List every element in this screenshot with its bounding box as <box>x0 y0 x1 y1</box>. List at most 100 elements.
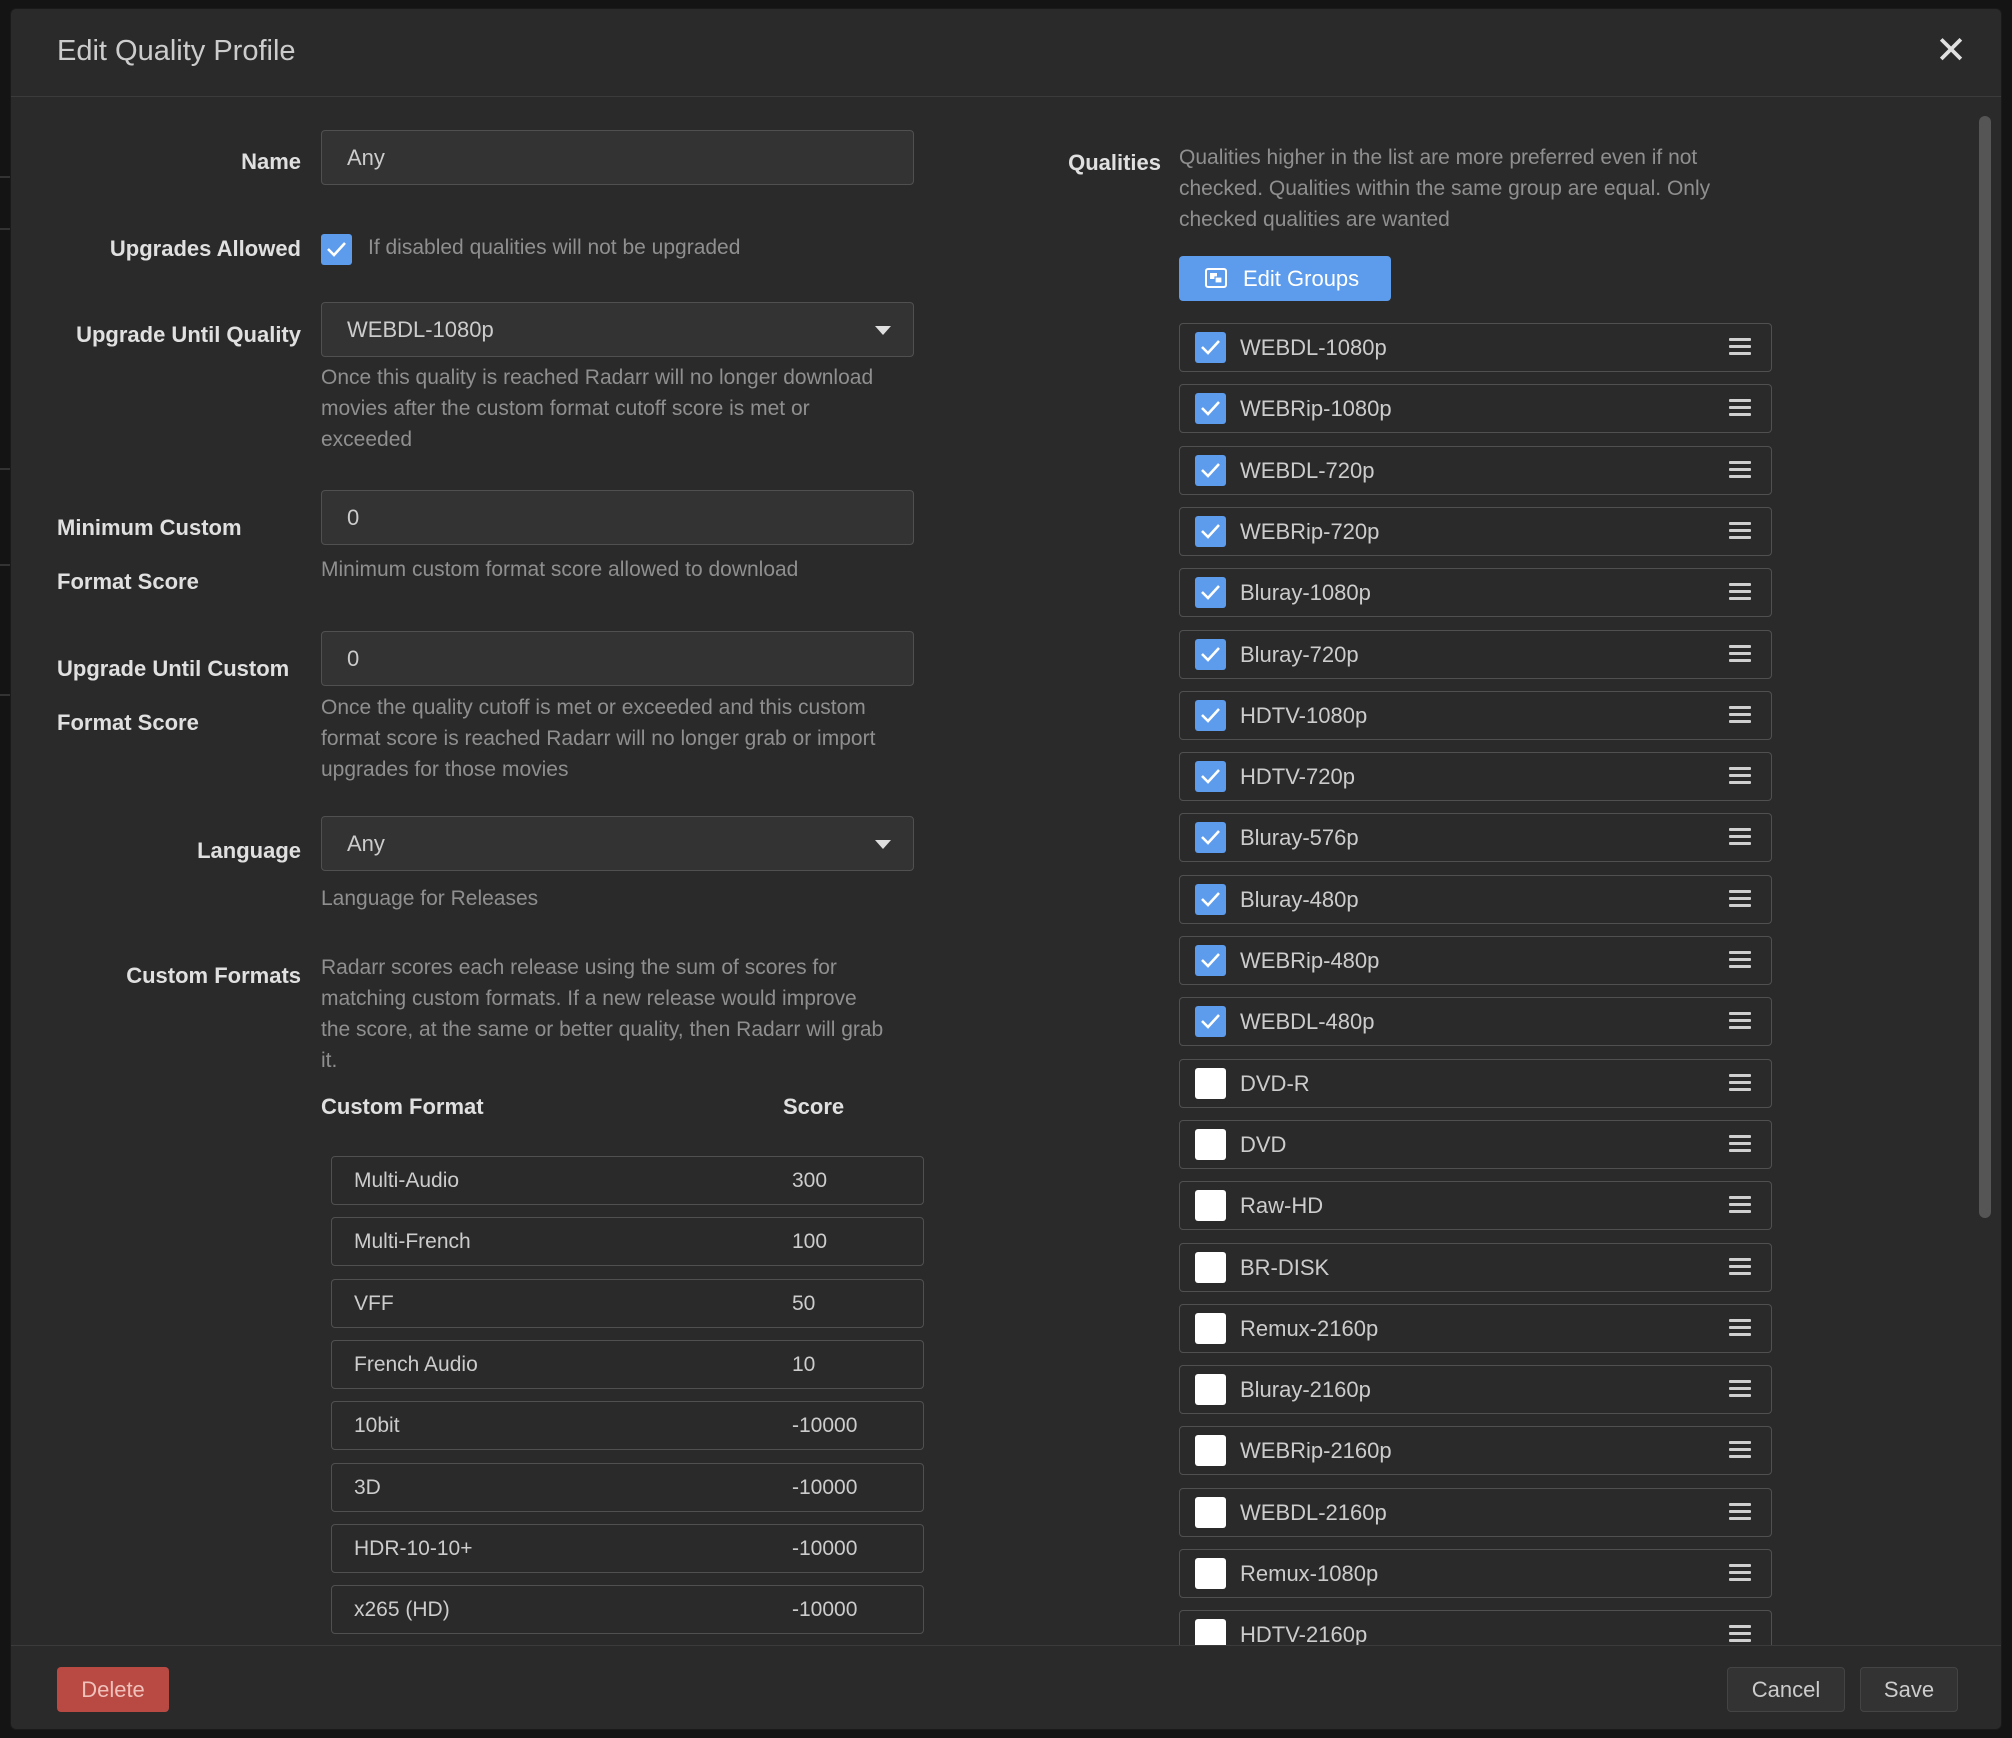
check-icon <box>1201 524 1220 539</box>
min-cf-score-input[interactable]: 0 <box>321 490 914 545</box>
quality-item[interactable]: WEBDL-1080p <box>1179 323 1772 372</box>
drag-handle-icon[interactable] <box>1729 1564 1751 1582</box>
custom-format-score-input[interactable]: -10000 <box>792 1414 857 1438</box>
quality-item[interactable]: BR-DISK <box>1179 1242 1772 1292</box>
quality-item[interactable]: WEBRip-2160p <box>1179 1426 1772 1476</box>
language-select[interactable]: Any <box>321 816 914 871</box>
quality-checkbox[interactable] <box>1195 515 1226 547</box>
drag-handle-icon[interactable] <box>1729 828 1751 846</box>
edit-groups-label: Edit Groups <box>1243 266 1360 291</box>
quality-checkbox[interactable] <box>1195 1619 1226 1646</box>
check-icon <box>1201 646 1220 662</box>
drag-handle-icon[interactable] <box>1729 644 1751 663</box>
upgrades-allowed-help: If disabled qualities will not be upgrad… <box>368 236 741 259</box>
quality-checkbox[interactable] <box>1195 761 1226 793</box>
drag-handle-icon[interactable] <box>1729 1380 1751 1398</box>
quality-checkbox[interactable] <box>1195 1435 1226 1467</box>
quality-checkbox[interactable] <box>1195 638 1226 670</box>
quality-item[interactable]: WEBRip-480p <box>1179 936 1772 985</box>
quality-checkbox[interactable] <box>1195 699 1226 731</box>
drag-handle-icon[interactable] <box>1729 583 1751 601</box>
cf-header-score: Score <box>783 1094 845 1119</box>
custom-format-score-input[interactable]: -10000 <box>792 1476 857 1500</box>
quality-checkbox[interactable] <box>1195 1312 1226 1344</box>
quality-item[interactable]: Bluray-1080p <box>1179 568 1772 618</box>
quality-item[interactable]: HDTV-2160p <box>1179 1610 1772 1646</box>
drag-handle-icon[interactable] <box>1729 1318 1751 1337</box>
drag-handle-icon[interactable] <box>1729 1134 1751 1153</box>
quality-item[interactable]: Bluray-720p <box>1179 629 1772 679</box>
quality-checkbox[interactable] <box>1195 1496 1226 1528</box>
quality-item[interactable]: WEBRip-1080p <box>1179 384 1772 434</box>
quality-checkbox[interactable] <box>1195 332 1226 363</box>
quality-item[interactable]: Bluray-480p <box>1179 874 1772 924</box>
upgrades-allowed-checkbox[interactable] <box>321 234 352 265</box>
upgrade-until-cf-score-help: Once the quality cutoff is met or exceed… <box>321 696 876 781</box>
drag-handle-icon[interactable] <box>1729 1196 1751 1214</box>
quality-checkbox[interactable] <box>1195 1251 1226 1283</box>
edit-groups-button[interactable]: Edit Groups <box>1179 256 1391 301</box>
quality-checkbox[interactable] <box>1195 1128 1226 1160</box>
custom-format-score-input[interactable]: -10000 <box>792 1598 857 1622</box>
quality-checkbox[interactable] <box>1195 1190 1226 1222</box>
custom-format-score-input[interactable]: 10 <box>792 1353 815 1377</box>
quality-checkbox[interactable] <box>1195 577 1226 609</box>
quality-checkbox[interactable] <box>1195 393 1226 425</box>
drag-handle-icon[interactable] <box>1729 951 1751 969</box>
quality-item[interactable]: HDTV-1080p <box>1179 690 1772 740</box>
custom-format-name: HDR-10-10+ <box>354 1536 473 1560</box>
custom-format-score-input[interactable]: -10000 <box>792 1537 857 1561</box>
drag-handle-icon[interactable] <box>1729 889 1751 908</box>
quality-checkbox[interactable] <box>1195 822 1226 854</box>
name-input[interactable]: Any <box>321 130 914 185</box>
delete-button[interactable]: Delete <box>57 1667 169 1712</box>
upgrade-until-cf-score-input[interactable]: 0 <box>321 631 914 686</box>
quality-item[interactable]: WEBDL-480p <box>1179 997 1772 1047</box>
cancel-button[interactable]: Cancel <box>1727 1667 1845 1712</box>
drag-handle-icon[interactable] <box>1729 1073 1751 1092</box>
quality-checkbox[interactable] <box>1195 1006 1226 1038</box>
drag-handle-icon[interactable] <box>1729 767 1751 785</box>
custom-format-name: Multi-Audio <box>354 1169 460 1192</box>
language-value: Any <box>347 831 385 856</box>
drag-handle-icon[interactable] <box>1729 1625 1751 1643</box>
scrollbar-thumb[interactable] <box>1979 116 1991 1218</box>
quality-item[interactable]: WEBDL-720p <box>1179 445 1772 495</box>
drag-handle-icon[interactable] <box>1729 1012 1751 1030</box>
upgrade-until-quality-select[interactable]: WEBDL-1080p <box>321 302 914 357</box>
drag-handle-icon[interactable] <box>1729 1257 1751 1276</box>
drag-handle-icon[interactable] <box>1729 338 1751 356</box>
quality-checkbox[interactable] <box>1195 1558 1226 1589</box>
custom-format-name: Multi-French <box>354 1230 471 1254</box>
quality-item[interactable]: HDTV-720p <box>1179 752 1772 802</box>
custom-format-score-input[interactable]: 100 <box>792 1230 827 1254</box>
quality-checkbox[interactable] <box>1195 883 1226 915</box>
quality-item[interactable]: Raw-HD <box>1179 1181 1772 1231</box>
check-icon <box>1201 891 1220 907</box>
drag-handle-icon[interactable] <box>1729 521 1751 540</box>
quality-checkbox[interactable] <box>1195 1374 1226 1406</box>
quality-checkbox[interactable] <box>1195 454 1226 486</box>
drag-handle-icon[interactable] <box>1729 1502 1751 1521</box>
quality-item[interactable]: WEBDL-2160p <box>1179 1487 1772 1537</box>
quality-name: Bluray-576p <box>1240 825 1359 851</box>
quality-item[interactable]: Remux-1080p <box>1179 1549 1772 1598</box>
quality-item[interactable]: WEBRip-720p <box>1179 506 1772 556</box>
close-button[interactable]: ✕ <box>1931 31 1971 71</box>
custom-format-score-input[interactable]: 300 <box>792 1169 827 1193</box>
custom-format-row: VFF 50 <box>331 1278 924 1328</box>
drag-handle-icon[interactable] <box>1729 460 1751 479</box>
quality-item[interactable]: DVD-R <box>1179 1058 1772 1108</box>
quality-checkbox[interactable] <box>1195 945 1226 976</box>
drag-handle-icon[interactable] <box>1729 1441 1751 1459</box>
quality-item[interactable]: Remux-2160p <box>1179 1303 1772 1353</box>
quality-item[interactable]: Bluray-2160p <box>1179 1365 1772 1415</box>
save-button[interactable]: Save <box>1860 1667 1958 1712</box>
scrollbar[interactable] <box>1979 116 1991 1634</box>
quality-item[interactable]: Bluray-576p <box>1179 813 1772 863</box>
drag-handle-icon[interactable] <box>1729 705 1751 724</box>
custom-format-score-input[interactable]: 50 <box>792 1292 815 1316</box>
quality-item[interactable]: DVD <box>1179 1119 1772 1169</box>
quality-checkbox[interactable] <box>1195 1067 1226 1099</box>
drag-handle-icon[interactable] <box>1729 399 1751 417</box>
